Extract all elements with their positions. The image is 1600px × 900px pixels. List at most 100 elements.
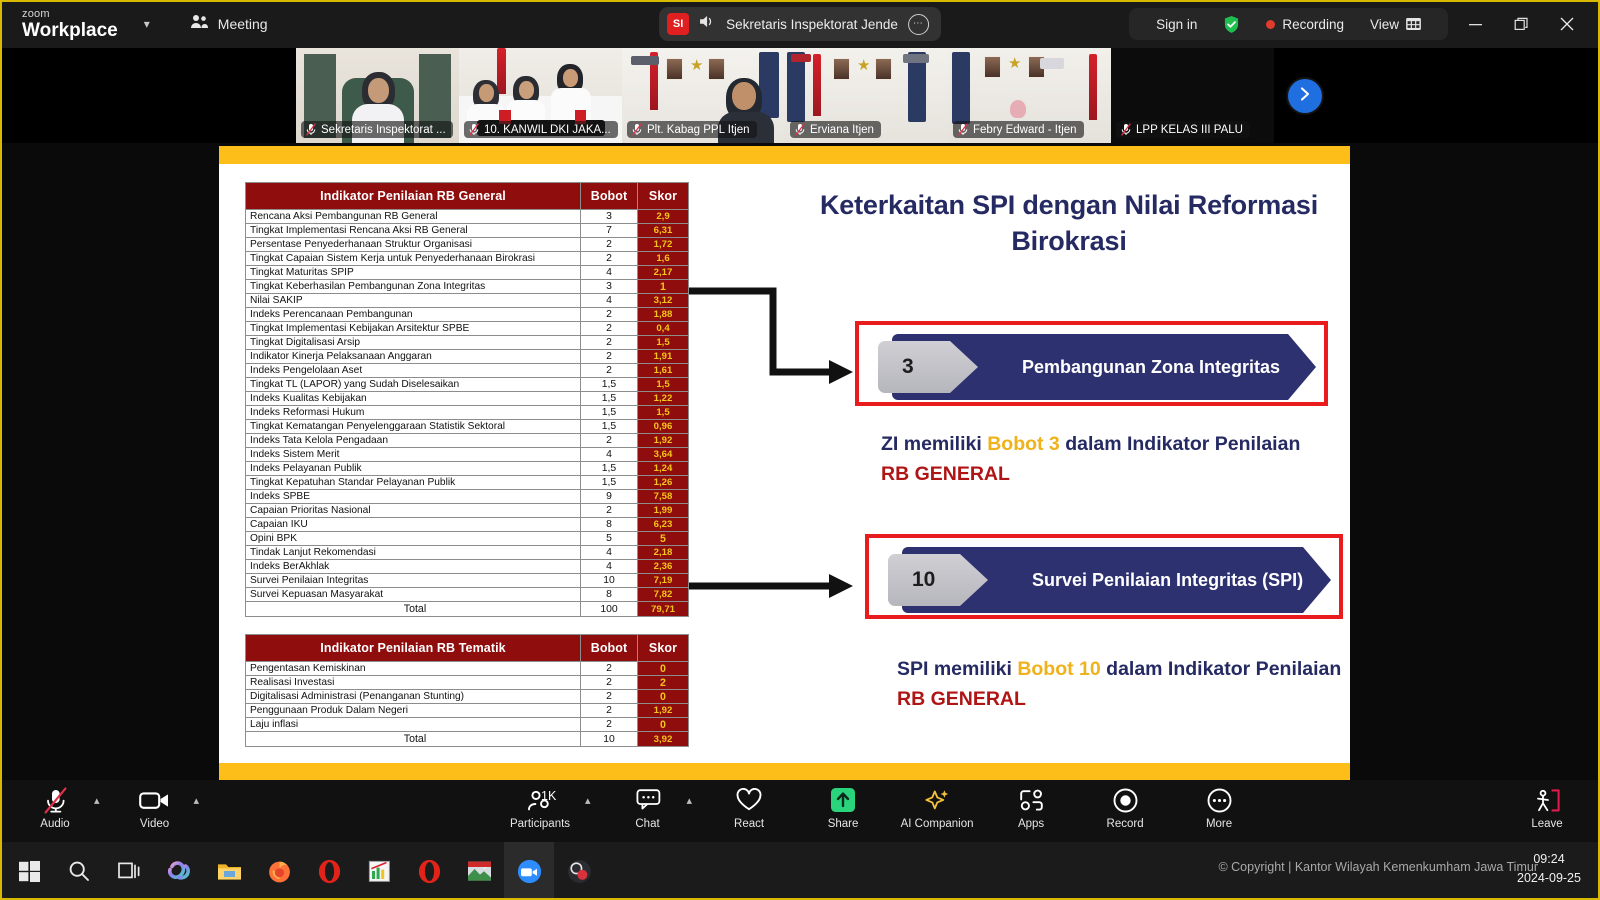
share-label: Share	[827, 818, 859, 830]
firefox-button[interactable]	[254, 842, 304, 900]
table-row: Survei Kepuasan Masyarakat 8 7,82	[245, 587, 689, 602]
table-row: Tingkat Maturitas SPIP 4 2,17	[245, 265, 689, 280]
banner-spi: Survei Penilaian Integritas (SPI) 10	[865, 534, 1343, 619]
cell-skor: 1,26	[637, 475, 689, 490]
next-page-button[interactable]	[1288, 79, 1322, 113]
cell-bobot: 2	[580, 703, 638, 718]
ai-companion-button[interactable]: AI Companion	[900, 780, 974, 830]
copilot-button[interactable]	[154, 842, 204, 900]
banner-1-number: 3	[902, 355, 914, 378]
rb-general-table: Indikator Penilaian RB General Bobot Sko…	[245, 182, 689, 617]
obs-button[interactable]	[554, 842, 604, 900]
cell-skor: 3,12	[637, 293, 689, 308]
sparkle-icon	[924, 786, 951, 814]
chat-options-chevron-icon[interactable]: ▴	[687, 794, 693, 807]
photos-button[interactable]	[454, 842, 504, 900]
chat-button[interactable]: Chat	[611, 780, 685, 830]
microphone-muted-icon	[1121, 123, 1131, 136]
search-button[interactable]	[54, 842, 104, 900]
column-header-bobot: Bobot	[580, 634, 638, 662]
share-button[interactable]: Share	[806, 780, 880, 830]
audio-button[interactable]: Audio	[18, 780, 92, 830]
sign-in-button[interactable]: Sign in	[1143, 17, 1210, 32]
column-header-skor: Skor	[637, 634, 689, 662]
restore-button[interactable]	[1498, 0, 1544, 48]
cell-indicator: Indeks Tata Kelola Pengadaan	[245, 433, 581, 448]
table-row: Nilai SAKIP 4 3,12	[245, 293, 689, 308]
meeting-tab[interactable]: Meeting	[190, 14, 268, 34]
minimize-button[interactable]	[1452, 0, 1498, 48]
video-tile[interactable]: ★ Erviana Itjen	[785, 48, 948, 143]
recording-indicator[interactable]: Recording	[1253, 17, 1357, 32]
cell-skor: 0	[637, 661, 689, 676]
record-circle-icon	[1113, 786, 1138, 814]
chevron-down-icon[interactable]: ▾	[144, 17, 150, 31]
cell-bobot: 9	[580, 489, 638, 504]
react-button[interactable]: React	[712, 780, 786, 830]
meeting-tab-label: Meeting	[217, 16, 268, 32]
video-tile[interactable]: LPP KELAS III PALU	[1111, 48, 1274, 143]
participants-button[interactable]: 1K Participants	[497, 780, 583, 830]
video-button[interactable]: Video	[118, 780, 192, 830]
active-meeting-chip[interactable]: SI Sekretaris Inspektorat Jende ⋯	[659, 7, 941, 41]
video-tile[interactable]: Sekretaris Inspektorat ...	[296, 48, 459, 143]
folder-icon	[217, 863, 241, 880]
file-explorer-button[interactable]	[204, 842, 254, 900]
participants-options-chevron-icon[interactable]: ▴	[585, 794, 591, 807]
cell-bobot: 4	[580, 293, 638, 308]
security-shield-button[interactable]	[1210, 15, 1253, 34]
audio-options-chevron-icon[interactable]: ▴	[94, 794, 100, 807]
zoom-logo-line2: Workplace	[22, 19, 118, 41]
ellipsis-icon[interactable]: ⋯	[907, 13, 929, 35]
start-button[interactable]	[4, 842, 54, 900]
table-row: Capaian Prioritas Nasional 2 1,99	[245, 503, 689, 518]
cell-bobot: 1,5	[580, 405, 638, 420]
cell-indicator: Indeks BerAkhlak	[245, 559, 581, 574]
cell-skor: 1,72	[637, 237, 689, 252]
cell-indicator: Tingkat Digitalisasi Arsip	[245, 335, 581, 350]
more-button[interactable]: More	[1182, 780, 1256, 830]
tile-name: 10. KANWIL DKI JAKA...	[484, 123, 611, 136]
opera-button[interactable]	[304, 842, 354, 900]
record-button[interactable]: Record	[1088, 780, 1162, 830]
cell-skor: 2,18	[637, 545, 689, 560]
table-row: Indeks SPBE 9 7,58	[245, 489, 689, 504]
video-tile[interactable]: ★ Plt. Kabag PPL Itjen	[622, 48, 785, 143]
caption-1-part2: dalam Indikator Penilaian	[1059, 433, 1301, 455]
zoom-logo: zoom Workplace	[22, 8, 118, 41]
opera-icon	[418, 859, 440, 883]
zoom-button[interactable]	[504, 842, 554, 900]
opera-gx-button[interactable]	[404, 842, 454, 900]
cell-bobot: 2	[580, 251, 638, 266]
view-button[interactable]: View	[1357, 17, 1434, 32]
cell-total-bobot: 10	[580, 731, 638, 747]
audio-label: Audio	[40, 818, 70, 830]
cell-skor: 6,31	[637, 223, 689, 238]
sign-in-label: Sign in	[1156, 16, 1198, 32]
cell-skor: 0	[637, 717, 689, 732]
firefox-icon	[268, 861, 290, 882]
apps-button[interactable]: Apps	[994, 780, 1068, 830]
thumbnail-list: Sekretaris Inspektorat ... 10. KANWIL DK…	[296, 48, 1274, 143]
video-tile[interactable]: 10. KANWIL DKI JAKA...	[459, 48, 622, 143]
leave-controls: Leave	[1510, 780, 1584, 830]
video-options-chevron-icon[interactable]: ▴	[194, 794, 200, 807]
microphone-muted-icon	[306, 123, 316, 136]
microphone-muted-icon	[469, 123, 479, 136]
left-controls: Audio ▴ Video ▴	[18, 780, 199, 830]
spreadsheet-button[interactable]	[354, 842, 404, 900]
cell-skor: 0	[637, 689, 689, 704]
video-tile[interactable]: ★ Febry Edward - Itjen	[948, 48, 1111, 143]
table-row: Indeks Perencanaan Pembangunan 2 1,88	[245, 307, 689, 322]
recording-label: Recording	[1282, 16, 1344, 32]
task-view-button[interactable]	[104, 842, 154, 900]
react-label: React	[734, 818, 765, 830]
cell-bobot: 1,5	[580, 461, 638, 476]
table-row: Tingkat Implementasi Kebijakan Arsitektu…	[245, 321, 689, 336]
close-button[interactable]	[1544, 0, 1590, 48]
cell-indicator: Indeks Sistem Merit	[245, 447, 581, 462]
tile-name-badge: LPP KELAS III PALU	[1116, 121, 1250, 138]
cell-skor: 5	[637, 531, 689, 546]
cell-skor: 1,22	[637, 391, 689, 406]
leave-button[interactable]: Leave	[1510, 780, 1584, 830]
